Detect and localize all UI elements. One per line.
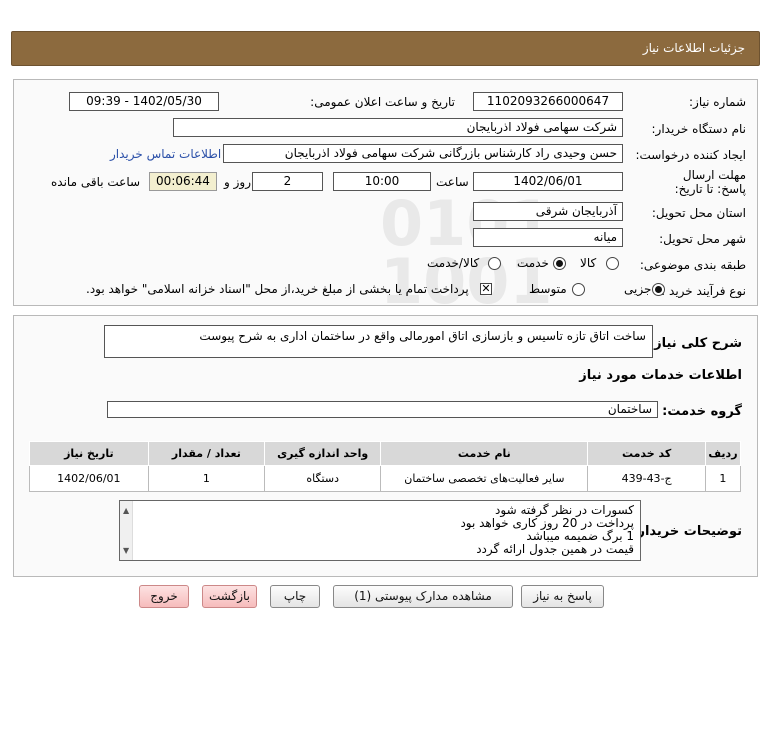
process-label: نوع فرآیند خرید : [661, 284, 746, 298]
cell-unit: دستگاه [264, 465, 382, 492]
process-radio-medium[interactable] [572, 283, 585, 296]
province-label: استان محل تحویل: [651, 206, 746, 220]
days-field: 2 [252, 172, 323, 191]
page-title: جزئیات اطلاعات نیاز [642, 41, 745, 55]
need-number-field: 1102093266000647 [473, 92, 623, 111]
print-button[interactable]: چاپ [270, 585, 320, 608]
days-label: روز و [224, 175, 251, 189]
col-quantity: تعداد / مقدار [147, 441, 266, 466]
cell-need-date: 1402/06/01 [29, 465, 149, 492]
announce-field: 1402/05/30 - 09:39 [69, 92, 219, 111]
col-unit: واحد اندازه گیری [264, 441, 382, 466]
services-section-title: اطلاعات خدمات مورد نیاز [579, 368, 742, 383]
table-header-row: ردیف کد خدمت نام خدمت واحد اندازه گیری ت… [29, 441, 742, 466]
col-service-code: کد خدمت [587, 441, 706, 466]
process-medium-label: متوسط [529, 282, 567, 296]
deadline-label: مهلت ارسال پاسخ: تا تاریخ: [674, 168, 746, 196]
category-radio-service[interactable] [553, 257, 566, 270]
buyer-notes-label: توضیحات خریدار: [632, 524, 742, 539]
cell-service-code: ج-43-439 [587, 465, 706, 492]
treasury-payment-note: پرداخت تمام یا بخشی از مبلغ خرید،از محل … [86, 282, 469, 296]
exit-button[interactable]: خروج [139, 585, 189, 608]
category-goods-service-label: کالا/خدمت [427, 256, 480, 270]
scroll-down-icon[interactable]: ▼ [123, 544, 129, 557]
category-label: طبقه بندی موضوعی: [639, 258, 746, 272]
service-group-field: ساختمان [107, 401, 658, 418]
services-table: ردیف کد خدمت نام خدمت واحد اندازه گیری ت… [29, 441, 742, 492]
category-service-label: خدمت [517, 256, 549, 270]
reply-button[interactable]: پاسخ به نیاز [521, 585, 604, 608]
service-group-label: گروه خدمت: [662, 404, 742, 419]
category-radio-goods-service[interactable] [488, 257, 501, 270]
cell-service-name: سایر فعالیت‌های تخصصی ساختمان [380, 465, 589, 492]
city-label: شهر محل تحویل: [659, 232, 746, 246]
col-service-name: نام خدمت [380, 441, 589, 466]
remaining-time-field: 00:06:44 [149, 172, 217, 191]
deadline-time-label: ساعت [436, 175, 469, 189]
summary-label: شرح کلی نیاز: [648, 336, 742, 351]
announce-label: تاریخ و ساعت اعلان عمومی: [310, 95, 455, 109]
back-button[interactable]: بازگشت [202, 585, 257, 608]
cell-quantity: 1 [147, 465, 266, 492]
requester-label: ایجاد کننده درخواست: [635, 148, 746, 162]
deadline-time-field: 10:00 [333, 172, 431, 191]
table-row: 1 ج-43-439 سایر فعالیت‌های تخصصی ساختمان… [29, 465, 742, 492]
view-attachments-button[interactable]: مشاهده مدارک پیوستی (1) [333, 585, 513, 608]
buyer-note-line: قیمت در همین جدول ارائه گردد [476, 542, 634, 556]
buyer-notes-field[interactable]: ▲ ▼ کسورات در نظر گرفته شود پرداخت در 20… [119, 500, 641, 561]
deadline-date-field: 1402/06/01 [473, 172, 623, 191]
buyer-org-field: شرکت سهامی فولاد اذربایجان [173, 118, 623, 137]
contact-buyer-link[interactable]: اطلاعات تماس خریدار [110, 147, 221, 161]
summary-field: ساخت اتاق تازه تاسیس و بازسازی اتاق امور… [104, 325, 653, 358]
process-minor-label: جزیی [624, 282, 652, 296]
need-number-label: شماره نیاز: [689, 95, 746, 109]
treasury-payment-checkbox[interactable]: ✕ [480, 283, 492, 295]
page-header: جزئیات اطلاعات نیاز [11, 31, 760, 66]
cell-row: 1 [704, 465, 742, 492]
requester-field: حسن وحیدی راد کارشناس بازرگانی شرکت سهام… [223, 144, 623, 163]
remaining-label: ساعت باقی مانده [51, 175, 141, 189]
city-field: میانه [473, 228, 623, 247]
category-radio-goods[interactable] [606, 257, 619, 270]
notes-scrollbar[interactable]: ▲ ▼ [120, 501, 133, 560]
col-row: ردیف [704, 441, 742, 466]
buyer-org-label: نام دستگاه خریدار: [651, 122, 747, 136]
province-field: آذربایجان شرقی [473, 202, 623, 221]
process-radio-minor[interactable] [652, 283, 665, 296]
scroll-up-icon[interactable]: ▲ [123, 504, 129, 517]
col-need-date: تاریخ نیاز [29, 441, 149, 466]
category-goods-label: کالا [580, 256, 597, 270]
